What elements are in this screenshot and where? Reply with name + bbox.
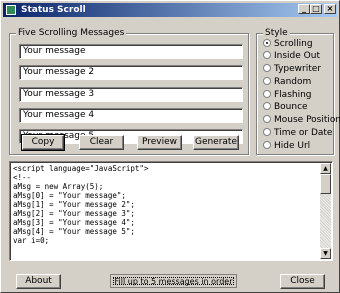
clear-button[interactable]: Clear xyxy=(79,135,124,150)
radio-icon xyxy=(263,127,271,136)
minimize-button[interactable]: _ xyxy=(298,4,310,14)
message-field-2[interactable]: Your message 2 xyxy=(19,65,243,80)
radio-icon xyxy=(263,114,271,123)
radio-selected-icon xyxy=(263,38,271,47)
status-text: Fill up to 5 messages in order xyxy=(113,277,234,286)
maximize-button[interactable]: □ xyxy=(310,4,322,14)
style-group-label: Style xyxy=(263,28,290,39)
message-field-1[interactable]: Your message xyxy=(19,44,243,59)
style-option-bounce[interactable]: Bounce xyxy=(263,101,308,113)
window-title: Status Scroll xyxy=(21,5,86,15)
radio-icon xyxy=(263,89,271,98)
style-option-scrolling[interactable]: Scrolling xyxy=(263,38,313,50)
vertical-scrollbar[interactable]: ▲ ▼ xyxy=(320,163,331,259)
code-text: <script language="JavaScript"> <!-- aMsg =… xyxy=(13,164,149,245)
generate-button[interactable]: Generate xyxy=(193,135,239,150)
message-field-4[interactable]: Your message 4 xyxy=(19,108,243,123)
about-button[interactable]: About xyxy=(16,274,61,289)
style-option-typewriter[interactable]: Typewriter xyxy=(263,63,321,75)
style-option-hide-url[interactable]: Hide Url xyxy=(263,140,310,152)
style-group: Style Scrolling Inside Out Typewriter Ra… xyxy=(256,28,340,155)
title-bar[interactable]: Status Scroll xyxy=(3,3,337,17)
close-button[interactable]: Close xyxy=(280,274,325,289)
radio-icon xyxy=(263,63,271,72)
messages-group-label: Five Scrolling Messages xyxy=(16,28,127,39)
copy-button[interactable]: Copy xyxy=(21,134,65,151)
preview-button[interactable]: Preview xyxy=(137,135,182,150)
style-option-flashing[interactable]: Flashing xyxy=(263,89,312,101)
app-icon xyxy=(6,5,16,15)
style-option-inside-out[interactable]: Inside Out xyxy=(263,50,320,62)
scroll-up-icon[interactable]: ▲ xyxy=(320,163,331,174)
generated-code-textarea[interactable]: <script language="JavaScript"> <!-- aMsg =… xyxy=(9,161,333,261)
style-option-mouse-position[interactable]: Mouse Position xyxy=(263,114,340,126)
radio-icon xyxy=(263,101,271,110)
status-bar: Fill up to 5 messages in order xyxy=(110,274,237,288)
radio-icon xyxy=(263,76,271,85)
scroll-thumb[interactable] xyxy=(320,174,331,194)
scroll-down-icon[interactable]: ▼ xyxy=(320,248,331,259)
style-option-random[interactable]: Random xyxy=(263,76,311,88)
close-window-button[interactable]: × xyxy=(324,4,336,14)
message-field-3[interactable]: Your message 3 xyxy=(19,87,243,102)
radio-icon xyxy=(263,50,271,59)
style-option-time-or-date[interactable]: Time or Date xyxy=(263,127,332,139)
radio-icon xyxy=(263,140,271,149)
app-window: Status Scroll _ □ × Five Scrolling Messa… xyxy=(0,0,340,293)
